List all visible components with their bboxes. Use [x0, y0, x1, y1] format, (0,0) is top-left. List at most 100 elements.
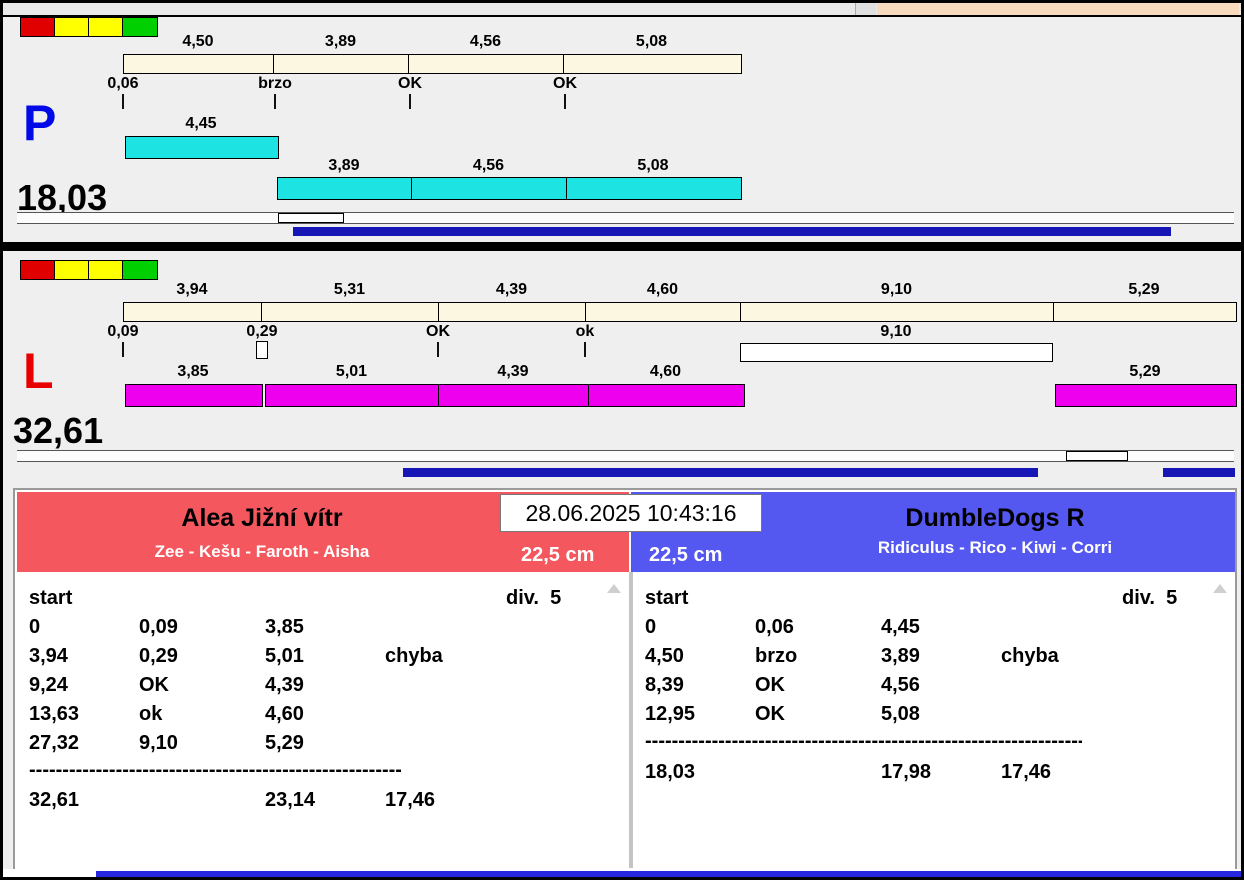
run-segment [126, 385, 262, 406]
table-row: start div. 5 [17, 584, 629, 613]
split-cell: 3,85 [265, 616, 304, 638]
sum-cell: 17,98 [881, 761, 932, 783]
track-marker-l [1066, 451, 1128, 461]
light-yellow1-icon [55, 18, 89, 36]
table-row: 27,32 9,10 5,29 [17, 729, 629, 758]
ruler-time-label: 5,29 [1128, 281, 1160, 298]
ruler-segment [1054, 303, 1236, 321]
cumulative-cell: 27,32 [29, 732, 80, 754]
separator-row: ----------------------------------------… [17, 756, 629, 785]
lane-divider [3, 242, 1241, 251]
mark-box-wide [740, 343, 1053, 362]
separator-row: ----------------------------------------… [633, 727, 1235, 756]
dog-time-label: 5,01 [335, 363, 368, 380]
tick-mark [122, 94, 124, 109]
ruler-segment [262, 303, 439, 321]
left-team-dogs: Zee - Kešu - Faroth - Aisha [154, 542, 370, 561]
table-row: 0 0,06 4,45 [633, 613, 1235, 642]
dog-time-label: 5,29 [1129, 363, 1161, 380]
table-row: 12,95 OK 5,08 [633, 700, 1235, 729]
ruler-time-label: 4,39 [495, 281, 528, 298]
scrollbar-up-icon[interactable] [607, 584, 621, 593]
start-cell: start [29, 587, 73, 609]
tick-mark [437, 342, 439, 357]
best-cell: 17,46 [1001, 761, 1052, 783]
tick-mark [584, 342, 586, 357]
table-row: 4,50 brzo 3,89 chyba [633, 642, 1235, 671]
tick-mark [564, 94, 566, 109]
cumulative-cell: 0 [645, 616, 657, 638]
start-mark-label: 0,29 [246, 323, 278, 340]
ruler-time-label: 4,50 [182, 33, 214, 50]
total-time-cell: 32,61 [29, 789, 80, 811]
best-cell: 17,46 [385, 789, 436, 811]
cumulative-cell: 8,39 [645, 674, 684, 696]
start-eval-cell: OK [755, 674, 785, 696]
table-row: start div. 5 [633, 584, 1235, 613]
split-ruler-l [123, 302, 1237, 322]
dog-time-label: 4,39 [497, 363, 529, 380]
total-time-cell: 18,03 [645, 761, 696, 783]
run-segment [278, 178, 412, 199]
dog-time-label: 5,08 [637, 157, 669, 174]
start-lights-l [20, 260, 158, 280]
start-mark-label: OK [426, 323, 450, 340]
cumulative-cell: 0 [29, 616, 41, 638]
light-yellow2-icon [89, 18, 123, 36]
cumulative-cell: 9,24 [29, 674, 68, 696]
ruler-time-label: 5,08 [635, 33, 668, 50]
track-marker-p [278, 213, 344, 223]
start-mark-label: OK [553, 75, 577, 92]
dog-time-label: 3,85 [177, 363, 209, 380]
division-cell: div. 5 [1122, 587, 1178, 609]
total-row: 18,03 17,98 17,46 [633, 758, 1235, 787]
run-segment [126, 137, 278, 158]
left-results-table[interactable]: start div. 5 0 0,09 3,85 3,94 0,29 5,01 … [17, 572, 629, 867]
ruler-segment [741, 303, 1054, 321]
split-cell: 3,89 [881, 645, 920, 667]
progress-track-p [17, 212, 1234, 224]
race-timestamp: 28.06.2025 10:43:16 [500, 494, 762, 532]
start-mark-label: 0,09 [107, 323, 139, 340]
progress-track-l [17, 450, 1234, 462]
light-yellow2-icon [89, 261, 123, 279]
progress-bar-l [403, 468, 1038, 477]
split-ruler-p [123, 54, 742, 74]
ruler-time-label: 9,10 [880, 281, 913, 298]
sum-cell: 23,14 [265, 789, 316, 811]
start-mark-label: brzo [258, 75, 292, 92]
table-row: 0 0,09 3,85 [17, 613, 629, 642]
run-segment [439, 385, 589, 406]
timing-app-window: 4,50 3,89 4,56 5,08 0,06 brzo OK OK P 4,… [0, 0, 1244, 880]
dog-time-label: 3,89 [328, 157, 360, 174]
ruler-segment [274, 55, 409, 73]
tick-mark [122, 342, 124, 357]
dog-run-bar [125, 384, 263, 407]
ruler-time-label: 3,89 [324, 33, 357, 50]
mark-box-small [256, 341, 268, 359]
split-cell: 4,56 [881, 674, 920, 696]
tick-mark [274, 94, 276, 109]
scrollbar-up-icon[interactable] [1213, 584, 1227, 593]
start-mark-label: 9,10 [880, 323, 912, 340]
start-eval-cell: 0,06 [755, 616, 794, 638]
right-results-table[interactable]: start div. 5 0 0,06 4,45 4,50 brzo 3,89 … [633, 572, 1235, 867]
background-window-button [855, 3, 876, 15]
start-cell: start [645, 587, 689, 609]
ruler-segment [409, 55, 564, 73]
cumulative-cell: 13,63 [29, 703, 80, 725]
split-cell: 4,39 [265, 674, 304, 696]
light-red-icon [21, 261, 55, 279]
run-segment [412, 178, 567, 199]
light-red-icon [21, 18, 55, 36]
dashed-separator: ----------------------------------------… [645, 730, 1082, 752]
total-row: 32,61 23,14 17,46 [17, 786, 629, 815]
note-cell: chyba [1001, 645, 1059, 667]
ruler-segment [439, 303, 586, 321]
background-window-fragment [877, 3, 1239, 15]
start-mark-label: ok [575, 323, 595, 340]
cumulative-cell: 12,95 [645, 703, 696, 725]
ruler-segment [124, 303, 262, 321]
start-eval-cell: ok [139, 703, 163, 725]
split-cell: 5,01 [265, 645, 304, 667]
